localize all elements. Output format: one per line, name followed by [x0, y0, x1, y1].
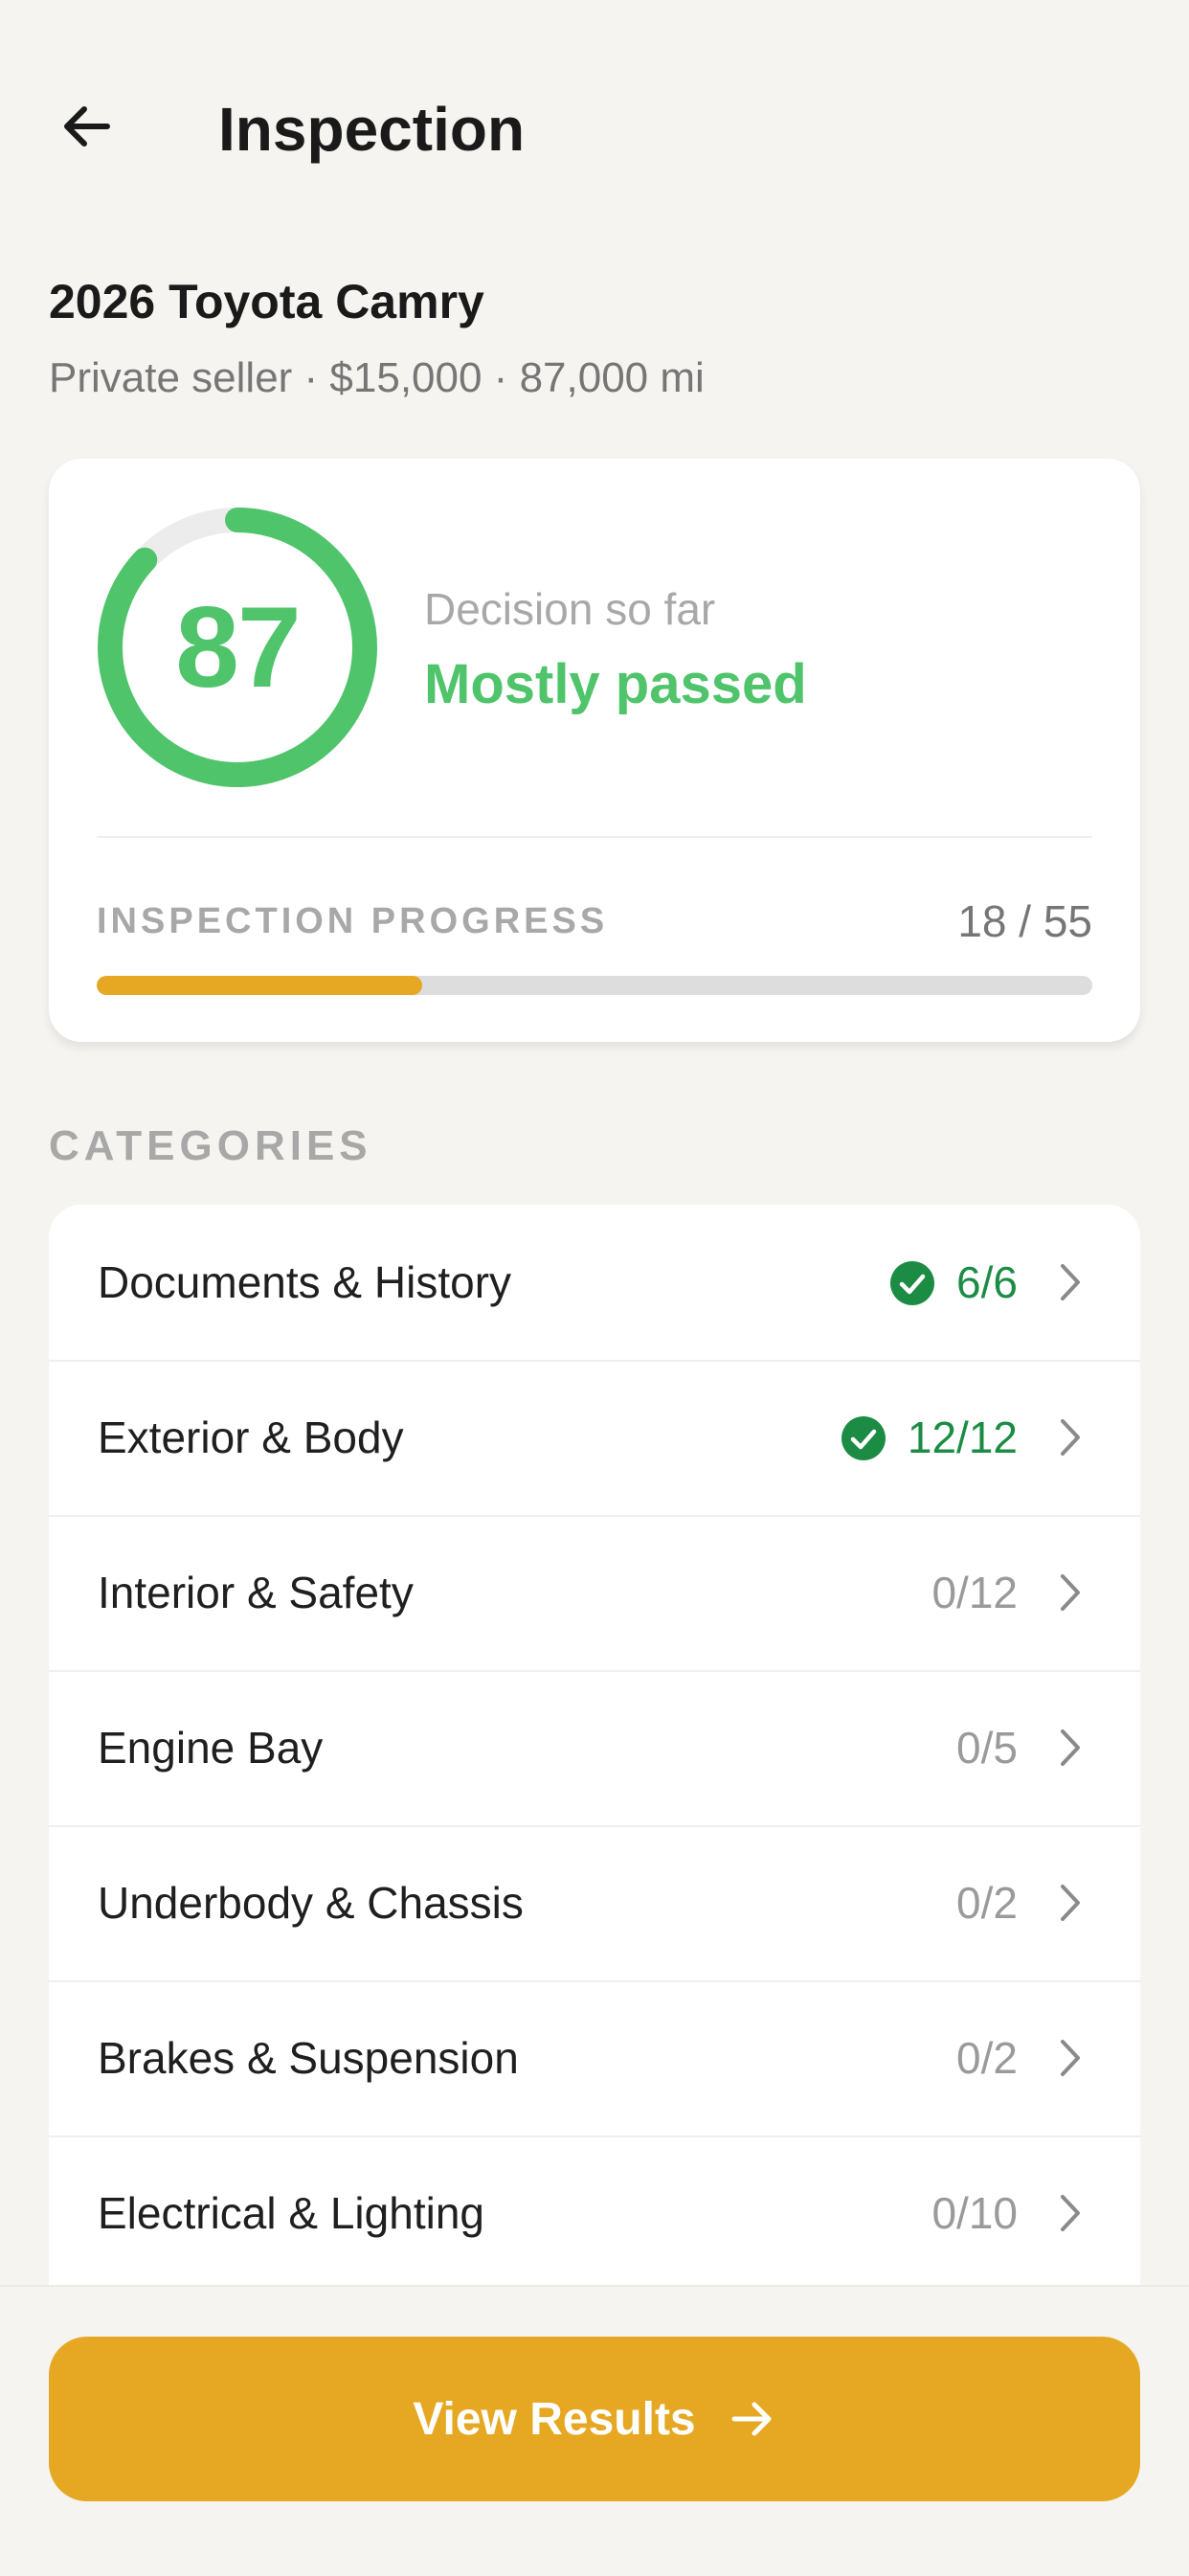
- chevron-right-icon: [1061, 1885, 1080, 1921]
- chevron-right-icon: [1061, 1419, 1080, 1456]
- page-title: Inspection: [218, 95, 526, 164]
- score-value: 87: [175, 583, 301, 712]
- category-row[interactable]: Brakes & Suspension 0/2: [49, 1980, 1140, 2137]
- category-name: Underbody & Chassis: [98, 1878, 524, 1928]
- category-name: Interior & Safety: [98, 1568, 414, 1617]
- category-row[interactable]: Exterior & Body 12/12: [49, 1360, 1140, 1517]
- header: Inspection: [0, 0, 1189, 259]
- check-circle-icon: [841, 1416, 886, 1460]
- vehicle-meta: Private seller · $15,000 · 87,000 mi: [49, 354, 705, 401]
- category-row[interactable]: Electrical & Lighting 0/10: [49, 2135, 1140, 2293]
- vehicle-name: 2026 Toyota Camry: [49, 275, 484, 328]
- chevron-right-icon: [1061, 2195, 1080, 2231]
- decision-label: Decision so far: [424, 584, 716, 634]
- progress-count: 18 / 55: [957, 896, 1092, 946]
- category-name: Documents & History: [98, 1257, 512, 1307]
- progress-bar: [97, 976, 1092, 995]
- view-results-button[interactable]: View Results: [49, 2337, 1140, 2501]
- category-count: 0/10: [931, 2188, 1018, 2238]
- category-count: 12/12: [907, 1412, 1018, 1462]
- category-name: Brakes & Suspension: [98, 2033, 519, 2083]
- category-name: Electrical & Lighting: [98, 2188, 484, 2238]
- footer: View Results: [0, 2285, 1189, 2576]
- category-name: Engine Bay: [98, 1723, 324, 1773]
- category-row[interactable]: Underbody & Chassis 0/2: [49, 1825, 1140, 1982]
- category-row[interactable]: Engine Bay 0/5: [49, 1670, 1140, 1827]
- progress-label: INSPECTION PROGRESS: [97, 901, 609, 941]
- arrow-left-icon: [64, 106, 110, 147]
- category-count: 0/2: [956, 1878, 1018, 1928]
- summary-card: 87 Decision so far Mostly passed INSPECT…: [49, 459, 1140, 1042]
- divider: [97, 836, 1092, 838]
- progress-bar-fill: [97, 976, 423, 995]
- category-row[interactable]: Interior & Safety 0/12: [49, 1515, 1140, 1672]
- arrow-right-icon: [731, 2402, 772, 2436]
- chevron-right-icon: [1061, 2040, 1080, 2076]
- category-count: 0/2: [956, 2033, 1018, 2083]
- category-count: 6/6: [956, 1257, 1018, 1307]
- chevron-right-icon: [1061, 1264, 1080, 1300]
- check-circle-icon: [890, 1261, 935, 1305]
- view-results-label: View Results: [413, 2393, 696, 2445]
- category-count: 0/5: [956, 1723, 1018, 1773]
- decision-value: Mostly passed: [424, 653, 807, 715]
- category-row[interactable]: Documents & History 6/6: [49, 1205, 1140, 1362]
- back-button[interactable]: [56, 96, 117, 157]
- category-list: Documents & History 6/6 Exterior & Body 12/…: [49, 1205, 1140, 2335]
- chevron-right-icon: [1061, 1729, 1080, 1766]
- category-name: Exterior & Body: [98, 1412, 404, 1462]
- category-count: 0/12: [931, 1568, 1018, 1617]
- categories-title: CATEGORIES: [49, 1122, 372, 1169]
- chevron-right-icon: [1061, 1574, 1080, 1611]
